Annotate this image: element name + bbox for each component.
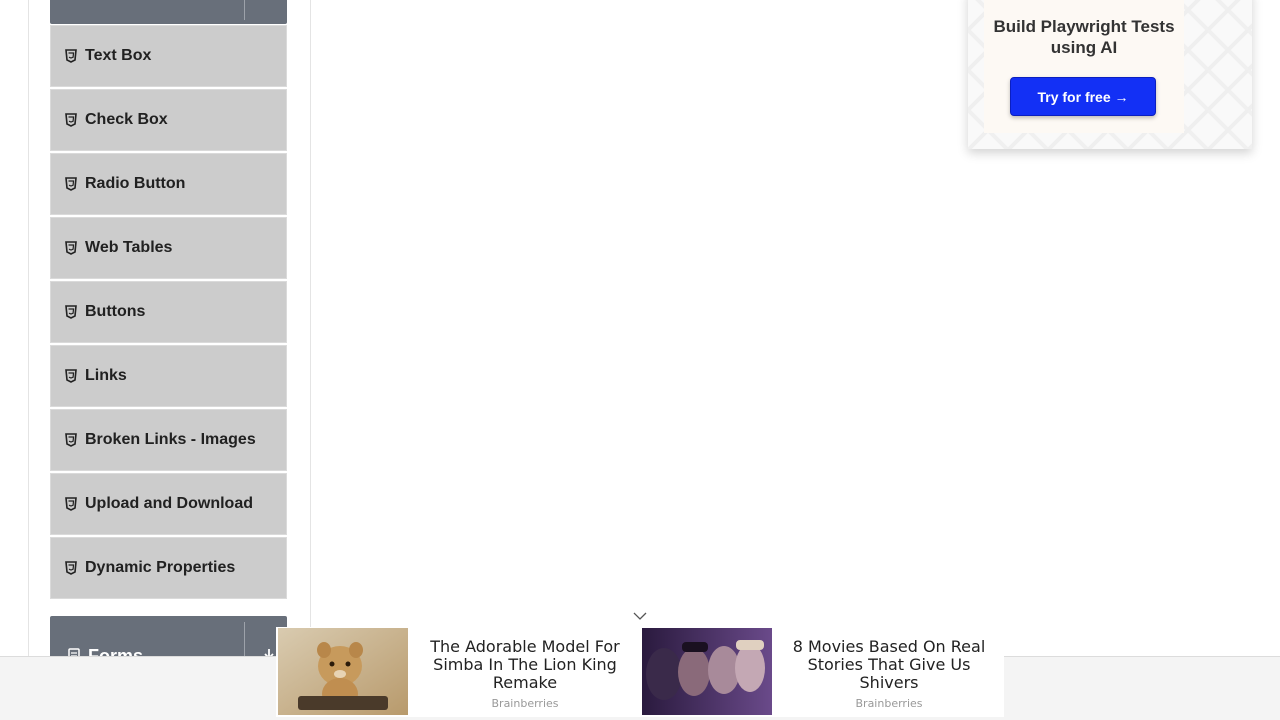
- group-header-elements[interactable]: [50, 0, 287, 24]
- sidebar-item-label: Web Tables: [85, 239, 173, 256]
- html5-icon: [65, 241, 77, 255]
- sidebar-item-text-box[interactable]: Text Box: [50, 25, 287, 87]
- html5-icon: [65, 49, 77, 63]
- sidebar-item-broken-links[interactable]: Broken Links - Images: [50, 409, 287, 471]
- sidebar-menu: Text Box Check Box Radio Button Web Tabl…: [50, 25, 287, 601]
- html5-icon: [65, 113, 77, 127]
- chevron-down-icon[interactable]: [632, 608, 648, 622]
- sidebar-item-check-box[interactable]: Check Box: [50, 89, 287, 151]
- html5-icon: [65, 433, 77, 447]
- sidebar-item-dynamic-properties[interactable]: Dynamic Properties: [50, 537, 287, 599]
- html5-icon: [65, 497, 77, 511]
- left-column-border: [28, 0, 29, 720]
- ad-thumbnail-movie-faces[interactable]: [642, 628, 772, 715]
- html5-icon: [65, 561, 77, 575]
- sidebar-item-radio-button[interactable]: Radio Button: [50, 153, 287, 215]
- page: Text Box Check Box Radio Button Web Tabl…: [0, 0, 1280, 720]
- group-header-divider: [244, 0, 245, 20]
- html5-icon: [65, 369, 77, 383]
- ad-source: Brainberries: [491, 697, 559, 710]
- sidebar-item-label: Broken Links - Images: [85, 431, 256, 448]
- sidebar-item-label: Dynamic Properties: [85, 559, 236, 576]
- ad-text: The Adorable Model For Simba In The Lion…: [408, 628, 642, 715]
- try-for-free-button[interactable]: Try for free →: [1010, 77, 1156, 116]
- ad-unit[interactable]: The Adorable Model For Simba In The Lion…: [278, 628, 642, 715]
- ad-headline[interactable]: 8 Movies Based On Real Stories That Give…: [778, 638, 1000, 692]
- sidebar-item-label: Upload and Download: [85, 495, 253, 512]
- sidebar-item-buttons[interactable]: Buttons: [50, 281, 287, 343]
- sidebar-item-label: Links: [85, 367, 127, 384]
- html5-icon: [65, 177, 77, 191]
- sidebar-item-web-tables[interactable]: Web Tables: [50, 217, 287, 279]
- ad-thumbnail-lion-cub[interactable]: [278, 628, 408, 715]
- sidebar-item-links[interactable]: Links: [50, 345, 287, 407]
- side-ad[interactable]: Build Playwright Tests using AI Try for …: [968, 0, 1252, 149]
- sidebar-item-upload-download[interactable]: Upload and Download: [50, 473, 287, 535]
- sidebar-item-label: Check Box: [85, 111, 168, 128]
- sidebar-border: [310, 0, 311, 720]
- sidebar-item-label: Text Box: [85, 47, 152, 64]
- sidebar-item-label: Radio Button: [85, 175, 186, 192]
- ad-text: 8 Movies Based On Real Stories That Give…: [772, 628, 1006, 715]
- sidebar-item-label: Buttons: [85, 303, 146, 320]
- html5-icon: [65, 305, 77, 319]
- bottom-ad-container: The Adorable Model For Simba In The Lion…: [276, 627, 1004, 717]
- ad-headline[interactable]: The Adorable Model For Simba In The Lion…: [414, 638, 636, 692]
- ad-headline: Build Playwright Tests using AI: [993, 17, 1175, 57]
- ad-source: Brainberries: [855, 697, 923, 710]
- ad-unit[interactable]: 8 Movies Based On Real Stories That Give…: [642, 628, 1006, 715]
